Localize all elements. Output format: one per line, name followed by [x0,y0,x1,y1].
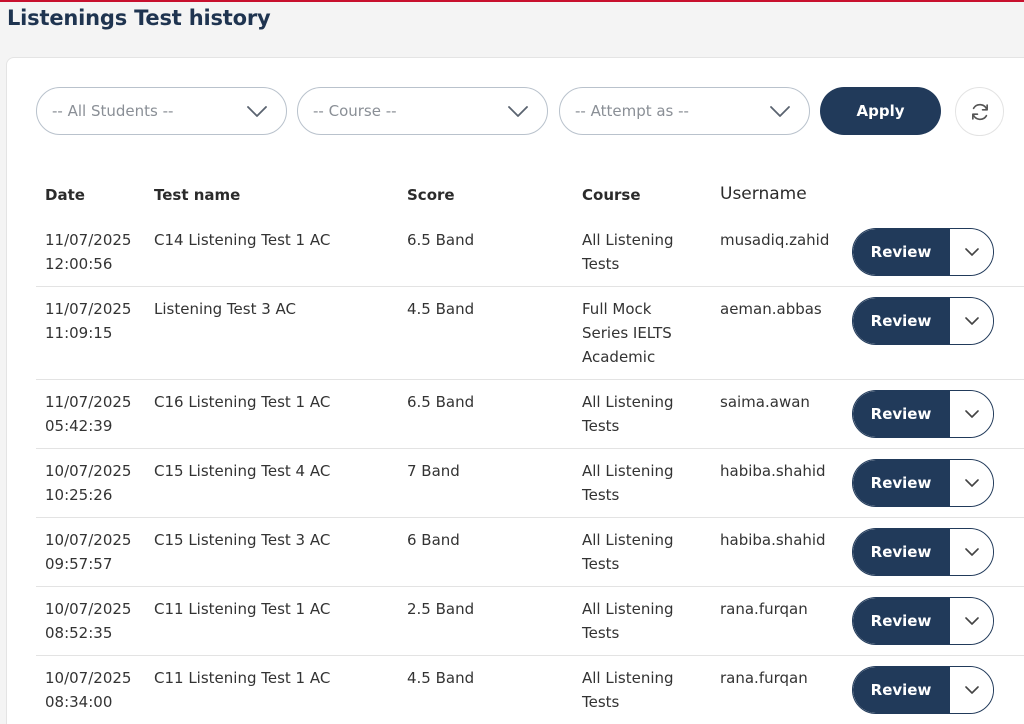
test-name-cell: C11 Listening Test 1 AC [154,600,331,618]
review-button-group: Review [852,228,994,276]
date-cell: 10/07/2025 08:52:35 [45,600,132,642]
score-cell: 6 Band [407,531,460,549]
test-name-cell: Listening Test 3 AC [154,300,297,318]
date-cell: 11/07/2025 12:00:56 [45,231,132,273]
test-name-cell: C14 Listening Test 1 AC [154,231,331,249]
review-button[interactable]: Review [853,391,949,437]
page-title: Listenings Test history [7,6,271,30]
chevron-down-icon [508,106,528,117]
apply-button[interactable]: Apply [820,87,941,135]
attempt-select[interactable]: -- Attempt as -- [559,87,810,135]
table-row: 10/07/2025 10:25:26 C15 Listening Test 4 … [36,459,1024,518]
table-row: 11/07/2025 11:09:15 Listening Test 3 AC 4… [36,297,1024,380]
filter-bar: -- All Students -- -- Course -- -- Attem… [36,87,1016,136]
table-row: 10/07/2025 08:34:00 C11 Listening Test 1 … [36,666,1024,724]
test-name-cell: C15 Listening Test 4 AC [154,462,331,480]
chevron-down-icon [965,479,979,487]
review-dropdown-toggle[interactable] [949,529,993,575]
review-button-group: Review [852,390,994,438]
date-cell: 10/07/2025 10:25:26 [45,462,132,504]
review-button-group: Review [852,666,994,714]
review-button-group: Review [852,297,994,345]
chevron-down-icon [965,686,979,694]
header-test-name: Test name [154,186,241,204]
username-cell: musadiq.zahid [720,231,830,249]
header-course: Course [582,186,641,204]
course-select-placeholder: -- Course -- [313,102,397,120]
course-cell: All Listening Tests [582,231,674,273]
score-cell: 6.5 Band [407,393,475,411]
date-cell: 11/07/2025 05:42:39 [45,393,132,435]
username-cell: habiba.shahid [720,462,826,480]
course-cell: All Listening Tests [582,600,674,642]
username-cell: rana.furqan [720,669,808,687]
refresh-icon [972,103,988,121]
refresh-button[interactable] [955,87,1004,136]
chevron-down-icon [770,106,790,117]
score-cell: 4.5 Band [407,300,475,318]
review-button[interactable]: Review [853,298,949,344]
chevron-down-icon [965,410,979,418]
course-cell: All Listening Tests [582,393,674,435]
username-cell: aeman.abbas [720,300,822,318]
score-cell: 7 Band [407,462,460,480]
students-select-placeholder: -- All Students -- [52,102,174,120]
chevron-down-icon [965,548,979,556]
course-cell: All Listening Tests [582,531,674,573]
chevron-down-icon [965,317,979,325]
course-cell: Full Mock Series IELTS Academic [582,300,672,366]
header-date: Date [45,186,85,204]
table-row: 11/07/2025 05:42:39 C16 Listening Test 1 … [36,390,1024,449]
score-cell: 6.5 Band [407,231,475,249]
students-select[interactable]: -- All Students -- [36,87,287,135]
review-button-group: Review [852,459,994,507]
header-username: Username [720,184,807,204]
username-cell: saima.awan [720,393,810,411]
review-button[interactable]: Review [853,667,949,713]
table-row: 10/07/2025 09:57:57 C15 Listening Test 3 … [36,528,1024,587]
top-accent-line [0,0,1024,2]
chevron-down-icon [247,106,267,117]
review-button[interactable]: Review [853,529,949,575]
review-dropdown-toggle[interactable] [949,460,993,506]
test-name-cell: C15 Listening Test 3 AC [154,531,331,549]
review-dropdown-toggle[interactable] [949,391,993,437]
chevron-down-icon [965,248,979,256]
review-dropdown-toggle[interactable] [949,598,993,644]
review-dropdown-toggle[interactable] [949,298,993,344]
date-cell: 10/07/2025 09:57:57 [45,531,132,573]
review-button-group: Review [852,528,994,576]
review-button[interactable]: Review [853,229,949,275]
attempt-select-placeholder: -- Attempt as -- [575,102,689,120]
table-row: 11/07/2025 12:00:56 C14 Listening Test 1 … [36,228,1024,287]
review-dropdown-toggle[interactable] [949,229,993,275]
date-cell: 10/07/2025 08:34:00 [45,669,132,711]
review-button[interactable]: Review [853,460,949,506]
score-cell: 2.5 Band [407,600,475,618]
course-select[interactable]: -- Course -- [297,87,548,135]
review-dropdown-toggle[interactable] [949,667,993,713]
test-name-cell: C16 Listening Test 1 AC [154,393,331,411]
username-cell: rana.furqan [720,600,808,618]
course-cell: All Listening Tests [582,669,674,711]
username-cell: habiba.shahid [720,531,826,549]
test-name-cell: C11 Listening Test 1 AC [154,669,331,687]
date-cell: 11/07/2025 11:09:15 [45,300,132,342]
review-button[interactable]: Review [853,598,949,644]
course-cell: All Listening Tests [582,462,674,504]
score-cell: 4.5 Band [407,669,475,687]
table-row: 10/07/2025 08:52:35 C11 Listening Test 1 … [36,597,1024,656]
table-header: Date Test name Score Course Username [0,184,1024,208]
review-button-group: Review [852,597,994,645]
header-score: Score [407,186,455,204]
chevron-down-icon [965,617,979,625]
